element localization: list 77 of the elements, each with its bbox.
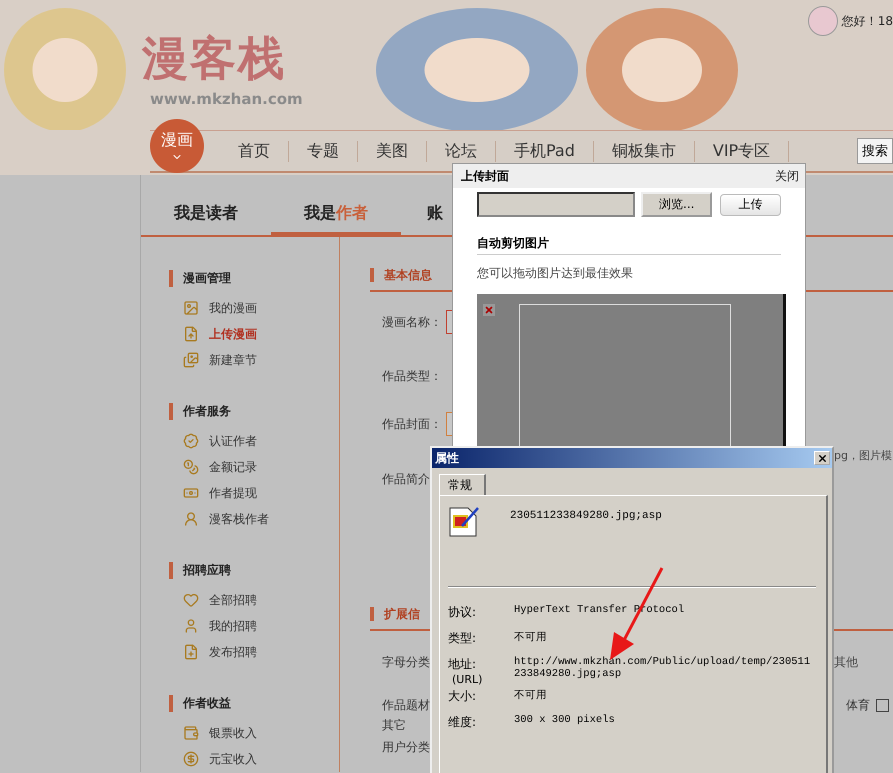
sidebar-item[interactable]: 全部招聘 xyxy=(141,587,339,613)
option-label: 其他 xyxy=(834,654,859,670)
section-title: 自动剪切图片 xyxy=(477,217,781,255)
search-button[interactable]: 搜索 xyxy=(857,138,893,164)
file-add-icon xyxy=(183,644,199,660)
file-path-field[interactable] xyxy=(477,192,635,217)
person-icon xyxy=(183,511,199,527)
close-icon xyxy=(816,452,828,464)
nav-link[interactable]: 论坛 xyxy=(427,140,496,162)
property-label: (URL) xyxy=(452,673,484,686)
nav-link[interactable]: 手机Pad xyxy=(496,140,594,162)
sidebar-item[interactable]: 我的漫画 xyxy=(141,295,339,321)
wallet-icon xyxy=(183,725,199,741)
section-title: 漫画管理 xyxy=(169,270,339,287)
greeting: 您好！18 xyxy=(842,12,893,30)
sidebar-item[interactable]: 新建章节 xyxy=(141,347,339,373)
field-label: 作品类型： xyxy=(382,368,442,384)
field-label: 字母分类 xyxy=(382,654,430,670)
section-title: 招聘应聘 xyxy=(169,562,339,579)
field-label: 用户分类 xyxy=(382,738,430,756)
site-url: www.mkzhan.com xyxy=(150,90,304,108)
tab[interactable]: 我是作者 xyxy=(271,203,401,237)
field-label: 作品题材 xyxy=(382,696,430,714)
section-title: 作者收益 xyxy=(169,695,339,712)
nav-link[interactable]: 首页 xyxy=(220,140,289,162)
close-link[interactable]: 关闭 xyxy=(775,168,799,184)
property-value: 不可用 xyxy=(514,630,548,644)
sidebar-item[interactable]: 漫客栈作者 xyxy=(141,506,339,532)
checkbox[interactable] xyxy=(876,698,889,712)
coin-icon xyxy=(183,751,199,767)
nav-link[interactable]: 铜板集市 xyxy=(594,140,695,162)
dialog-title: 上传封面 xyxy=(461,168,509,184)
pictures-icon xyxy=(183,352,199,368)
browse-button[interactable]: 浏览... xyxy=(641,192,712,217)
property-value: 不可用 xyxy=(514,688,548,702)
tab[interactable]: 常规 xyxy=(439,474,486,496)
sidebar-item[interactable]: 金额记录 xyxy=(141,454,339,480)
field-label: 漫画名称： xyxy=(382,314,442,330)
property-value: 300 x 300 pixels xyxy=(514,714,616,726)
sidebar-item[interactable]: 上传漫画 xyxy=(141,321,339,347)
file-upload-icon xyxy=(183,326,199,342)
picture-icon xyxy=(183,300,199,316)
nav-link[interactable]: 专题 xyxy=(289,140,358,162)
sidebar-item[interactable]: 认证作者 xyxy=(141,428,339,454)
dialog-title: 属性 xyxy=(435,450,459,466)
sidebar-item[interactable]: 银票收入 xyxy=(141,720,339,746)
property-label: 维度: xyxy=(448,714,478,731)
close-icon xyxy=(484,305,494,315)
field-label: 作品简介 xyxy=(382,470,430,488)
property-label: 地址: xyxy=(448,656,478,673)
nav-link[interactable]: 美图 xyxy=(358,140,427,162)
heart-icon xyxy=(183,592,199,608)
person-icon xyxy=(183,618,199,634)
sidebar-item[interactable]: 作者提现 xyxy=(141,480,339,506)
sidebar-item[interactable]: 元宝收入 xyxy=(141,746,339,772)
close-button[interactable] xyxy=(814,451,830,465)
hint-text: 您可以拖动图片达到最佳效果 xyxy=(477,265,634,282)
cover-hint: pg，图片模 xyxy=(834,448,893,462)
field-label: 作品封面： xyxy=(382,416,442,432)
option-label: 其它 xyxy=(382,716,406,734)
sidebar-item[interactable]: 发布招聘 xyxy=(141,639,339,665)
property-label: 类型: xyxy=(448,630,478,647)
badge-icon xyxy=(183,433,199,449)
property-value: http://www.mkzhan.com/Public/upload/temp/230511233849280.jpg;asp xyxy=(514,656,812,680)
file-name: 230511233849280.jpg;asp xyxy=(510,509,662,524)
section-title: 作者服务 xyxy=(169,403,339,420)
category-button[interactable]: 漫画 xyxy=(150,119,204,173)
nav-link[interactable]: VIP专区 xyxy=(694,140,790,162)
coins-icon xyxy=(183,459,199,475)
property-label: 协议: xyxy=(448,604,478,621)
sidebar-item[interactable]: 我的招聘 xyxy=(141,613,339,639)
upload-button[interactable]: 上传 xyxy=(720,194,781,216)
image-file-icon xyxy=(448,506,480,538)
property-label: 大小: xyxy=(448,688,478,705)
remove-icon[interactable] xyxy=(483,304,495,316)
tab[interactable]: 我是读者 xyxy=(141,203,271,237)
option-label: 体育 xyxy=(846,696,870,714)
